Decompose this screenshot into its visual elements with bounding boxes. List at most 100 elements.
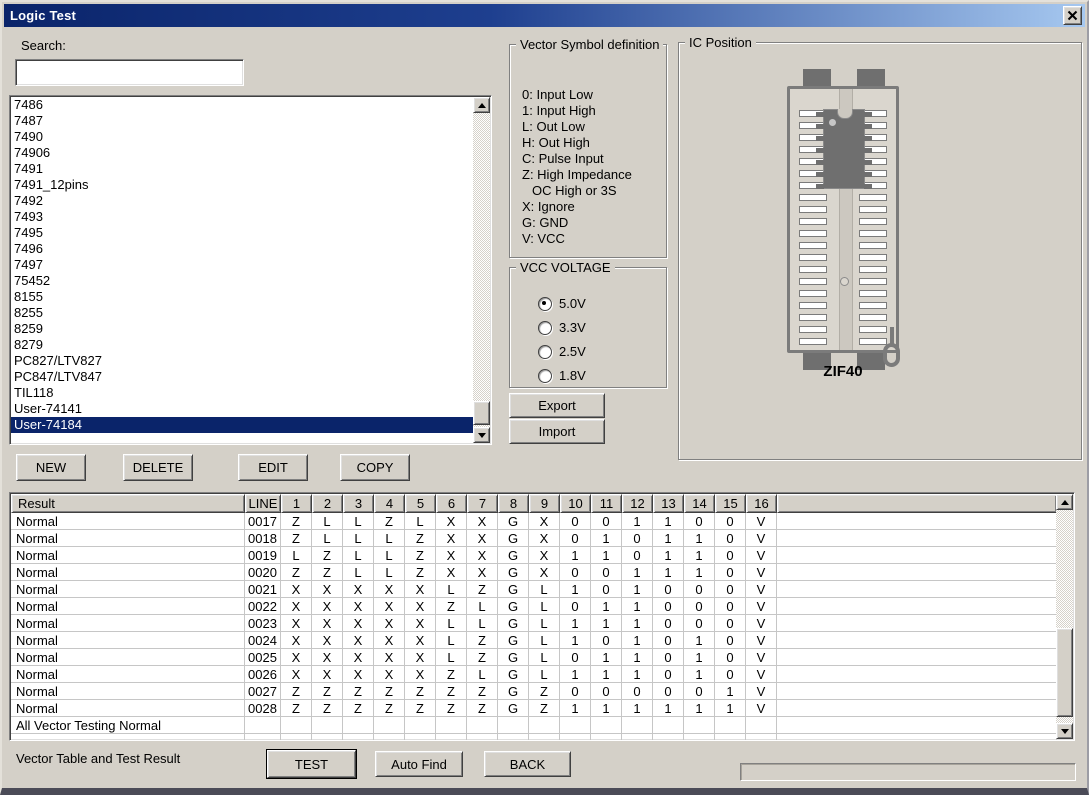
table-row: Normal 0019 L Z L L Z X X G X 1 1 0 1 1 0 V (11, 547, 1057, 564)
value-cell: 1 (591, 530, 622, 547)
vector-symbol-legend: 0: Input Low 1: Input High L: Out Low H: Ou… (522, 87, 632, 247)
list-item[interactable]: 7497 (11, 257, 473, 273)
titlebar[interactable]: Logic Test (4, 4, 1085, 27)
value-cell: V (746, 547, 777, 564)
value-cell: X (312, 615, 343, 632)
socket-tab (803, 69, 831, 86)
value-cell: 1 (622, 581, 653, 598)
list-scroll-thumb[interactable] (473, 401, 490, 425)
column-header: 8 (498, 494, 529, 513)
pin-slot (859, 290, 887, 297)
radio-button[interactable] (538, 296, 552, 311)
list-item[interactable]: PC827/LTV827 (11, 353, 473, 369)
value-cell: 0 (715, 513, 746, 530)
auto-find-button[interactable]: Auto Find (375, 751, 463, 777)
vcc-option[interactable]: 3.3V (538, 320, 586, 335)
vcc-option[interactable]: 2.5V (538, 344, 586, 359)
list-item[interactable]: 7495 (11, 225, 473, 241)
value-cell (343, 734, 374, 740)
list-item[interactable]: User-74141 (11, 401, 473, 417)
value-cell: 1 (622, 666, 653, 683)
export-button[interactable]: Export (509, 393, 605, 418)
list-item[interactable]: 8279 (11, 337, 473, 353)
list-scrollbar[interactable] (473, 97, 490, 443)
list-item[interactable]: 7491_12pins (11, 177, 473, 193)
socket-tab (857, 69, 885, 86)
value-cell: 1 (560, 666, 591, 683)
test-button[interactable]: TEST (267, 750, 356, 778)
new-button[interactable]: NEW (16, 454, 86, 481)
value-cell: X (374, 666, 405, 683)
back-button[interactable]: BACK (484, 751, 571, 777)
table-scrollbar[interactable] (1056, 494, 1073, 739)
import-button[interactable]: Import (509, 419, 605, 444)
table-scroll-up-button[interactable] (1056, 494, 1073, 510)
result-table-panel[interactable]: Result LINE 1 2 3 4 5 6 7 8 9 10 11 12 13 14 15 16 Normal… (9, 492, 1075, 741)
value-cell: X (405, 598, 436, 615)
logic-test-dialog: Logic Test Search: 7486 7487 7490 74906 7491… (0, 0, 1089, 795)
table-scroll-down-button[interactable] (1056, 723, 1073, 739)
scroll-down-button[interactable] (473, 427, 490, 443)
edit-button[interactable]: EDIT (238, 454, 308, 481)
radio-button[interactable] (538, 344, 552, 359)
list-item[interactable]: 7487 (11, 113, 473, 129)
zif-socket-graphic (787, 86, 899, 353)
close-button[interactable] (1063, 6, 1082, 25)
list-item[interactable]: 7492 (11, 193, 473, 209)
value-cell: 1 (684, 666, 715, 683)
value-cell: 0 (653, 615, 684, 632)
list-item[interactable]: 7491 (11, 161, 473, 177)
result-cell (11, 734, 245, 740)
value-cell (591, 717, 622, 734)
status-text: Vector Table and Test Result (16, 751, 181, 766)
value-cell (374, 717, 405, 734)
value-cell: X (529, 530, 560, 547)
value-cell: 1 (684, 547, 715, 564)
value-cell: X (281, 615, 312, 632)
list-item[interactable]: 8255 (11, 305, 473, 321)
radio-button[interactable] (538, 368, 552, 383)
value-cell (715, 717, 746, 734)
radio-label: 2.5V (559, 344, 586, 359)
radio-button[interactable] (538, 320, 552, 335)
chip-pin (864, 160, 872, 165)
value-cell: 0 (653, 683, 684, 700)
result-cell: Normal (11, 700, 245, 717)
vcc-option[interactable]: 1.8V (538, 368, 586, 383)
line-cell: 0025 (245, 649, 281, 666)
value-cell (405, 734, 436, 740)
table-scroll-thumb[interactable] (1056, 628, 1073, 717)
search-input[interactable] (15, 59, 244, 86)
value-cell: 0 (715, 598, 746, 615)
list-item[interactable]: 75452 (11, 273, 473, 289)
value-cell: 0 (684, 598, 715, 615)
list-item[interactable]: 74906 (11, 145, 473, 161)
list-item[interactable]: 7486 (11, 97, 473, 113)
delete-button[interactable]: DELETE (123, 454, 193, 481)
scroll-up-button[interactable] (473, 97, 490, 113)
filler-cell (777, 615, 1057, 632)
value-cell: X (312, 581, 343, 598)
copy-button[interactable]: COPY (340, 454, 410, 481)
list-item[interactable]: 7490 (11, 129, 473, 145)
chip-pin (816, 172, 824, 177)
list-item[interactable]: 7493 (11, 209, 473, 225)
value-cell: X (343, 632, 374, 649)
line-cell: 0021 (245, 581, 281, 598)
vcc-option[interactable]: 5.0V (538, 296, 586, 311)
list-item[interactable]: 8155 (11, 289, 473, 305)
value-cell: 1 (591, 598, 622, 615)
device-listbox[interactable]: 7486 7487 7490 74906 7491 7491_12pins 7492 7493… (9, 95, 492, 445)
list-item[interactable]: User-74184 (11, 417, 473, 433)
value-cell: V (746, 530, 777, 547)
value-cell: 0 (622, 547, 653, 564)
list-item[interactable]: 8259 (11, 321, 473, 337)
list-item[interactable]: 7496 (11, 241, 473, 257)
filler-cell (777, 564, 1057, 581)
value-cell: X (343, 649, 374, 666)
value-cell: X (436, 547, 467, 564)
value-cell: X (343, 615, 374, 632)
list-item[interactable]: PC847/LTV847 (11, 369, 473, 385)
value-cell: 1 (560, 700, 591, 717)
list-item[interactable]: TIL118 (11, 385, 473, 401)
